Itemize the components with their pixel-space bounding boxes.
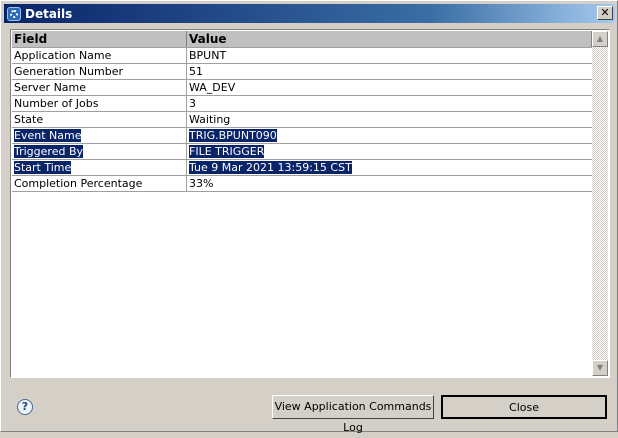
cell-field: Server Name: [12, 80, 187, 95]
cell-value: 3: [187, 96, 592, 111]
value-text: 51: [189, 65, 203, 78]
details-table: Field Value Application Name BPUNT Generat…: [10, 29, 610, 378]
field-text: Number of Jobs: [14, 97, 99, 110]
field-text: State: [14, 113, 44, 126]
cell-value: 51: [187, 64, 592, 79]
table-row[interactable]: Event Name TRIG.BPUNT090: [12, 128, 592, 144]
cell-field: Number of Jobs: [12, 96, 187, 111]
cell-field: Event Name: [12, 128, 187, 143]
value-text: BPUNT: [189, 49, 227, 62]
table-row[interactable]: State Waiting: [12, 112, 592, 128]
cell-value: WA_DEV: [187, 80, 592, 95]
column-header-field[interactable]: Field: [12, 31, 187, 47]
vertical-scrollbar[interactable]: ▲ ▼: [592, 31, 608, 376]
help-icon[interactable]: ?: [17, 399, 33, 415]
field-text: Completion Percentage: [14, 177, 143, 190]
cell-field: Completion Percentage: [12, 176, 187, 191]
details-dialog: Details ✕ Field Value Application Name BP…: [0, 0, 618, 434]
view-application-commands-log-button[interactable]: View Application Commands Log: [272, 395, 434, 434]
field-text: Triggered By: [14, 145, 83, 158]
value-text: TRIG.BPUNT090: [189, 129, 277, 142]
cell-value: TRIG.BPUNT090: [187, 128, 592, 143]
field-text: Start Time: [14, 161, 72, 174]
value-text: Tue 9 Mar 2021 13:59:15 CST: [189, 161, 352, 174]
field-text: Event Name: [14, 129, 82, 142]
cell-value: BPUNT: [187, 48, 592, 63]
table-header: Field Value: [12, 31, 592, 48]
table-row[interactable]: Start Time Tue 9 Mar 2021 13:59:15 CST: [12, 160, 592, 176]
title-bar[interactable]: Details ✕: [4, 4, 615, 23]
value-text: WA_DEV: [189, 81, 236, 94]
scroll-up-arrow-icon[interactable]: ▲: [592, 31, 608, 47]
cell-value: FILE TRIGGER: [187, 144, 592, 159]
value-text: FILE TRIGGER: [189, 145, 265, 158]
cell-value: Waiting: [187, 112, 592, 127]
cell-field: State: [12, 112, 187, 127]
scroll-down-arrow-icon[interactable]: ▼: [592, 360, 608, 376]
value-text: 3: [189, 97, 196, 110]
table-row[interactable]: Number of Jobs 3: [12, 96, 592, 112]
field-text: Server Name: [14, 81, 87, 94]
table-row[interactable]: Generation Number 51: [12, 64, 592, 80]
value-text: Waiting: [189, 113, 231, 126]
app-icon: [7, 6, 21, 21]
cell-value: Tue 9 Mar 2021 13:59:15 CST: [187, 160, 592, 175]
cell-value: 33%: [187, 176, 592, 191]
column-header-value[interactable]: Value: [187, 31, 592, 47]
window-close-button[interactable]: ✕: [597, 6, 613, 20]
table-row[interactable]: Server Name WA_DEV: [12, 80, 592, 96]
table-row[interactable]: Triggered By FILE TRIGGER: [12, 144, 592, 160]
cell-field: Application Name: [12, 48, 187, 63]
table-row[interactable]: Completion Percentage 33%: [12, 176, 592, 192]
cell-field: Start Time: [12, 160, 187, 175]
window-title: Details: [25, 6, 73, 21]
cell-field: Triggered By: [12, 144, 187, 159]
close-button[interactable]: Close: [441, 395, 607, 419]
cell-field: Generation Number: [12, 64, 187, 79]
field-text: Generation Number: [14, 65, 124, 78]
field-text: Application Name: [14, 49, 112, 62]
table-row[interactable]: Application Name BPUNT: [12, 48, 592, 64]
value-text: 33%: [189, 177, 214, 190]
